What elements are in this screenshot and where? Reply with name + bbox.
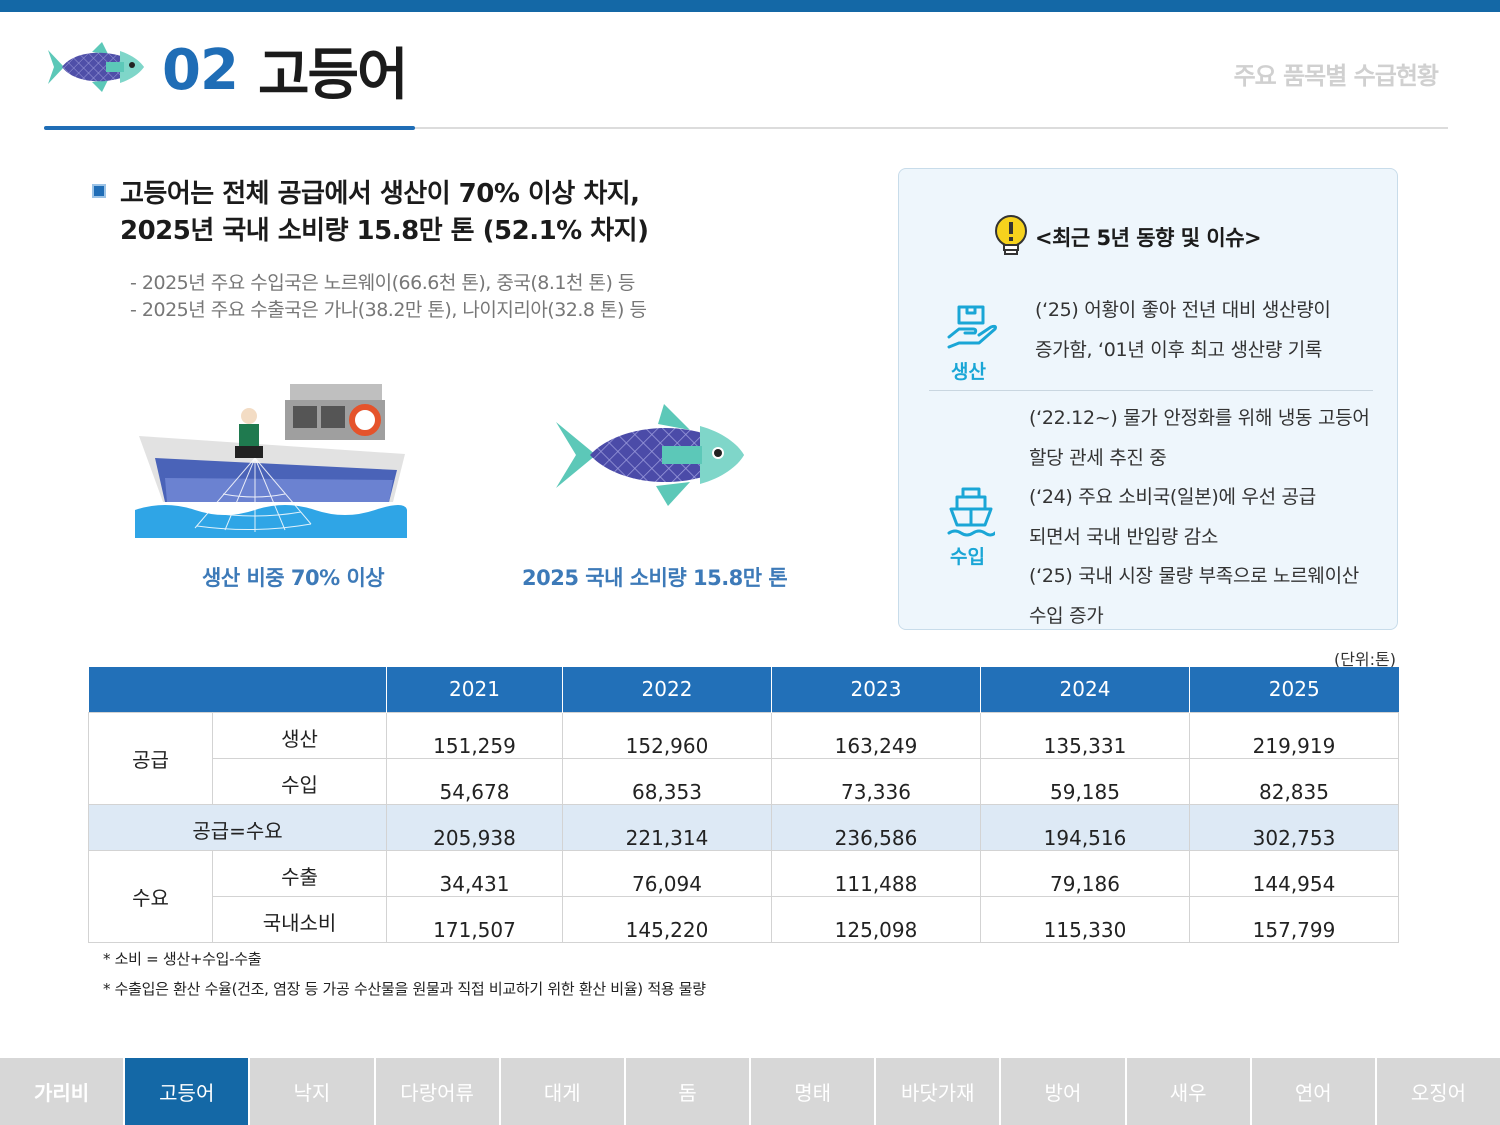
table-cell: 205,938: [386, 803, 563, 851]
table-row: 국내소비 171,507 145,220 125,098 115,330 157…: [89, 895, 1399, 943]
table-cell: 54,678: [386, 757, 563, 805]
year-header: 2021: [386, 667, 563, 712]
tab-salmon[interactable]: 연어: [1251, 1058, 1377, 1125]
import-issue-line: 되면서 국내 반입량 감소: [1029, 525, 1219, 548]
row-label: 수입: [212, 757, 387, 805]
table-header-row: 2021 2022 2023 2024 2025: [88, 667, 1399, 712]
section-number: 02: [162, 37, 239, 103]
table-cell: 171,507: [386, 895, 563, 943]
import-label: 수입: [950, 546, 985, 568]
import-issue-text: (‘22.12~) 물가 안정화를 위해 냉동 고등어 할당 관세 추진 중 (…: [1029, 399, 1370, 636]
issues-title-row: <최근 5년 동향 및 이슈>: [993, 215, 1262, 259]
year-header: 2023: [771, 667, 981, 712]
production-issue-text: (‘25) 어황이 좋아 전년 대비 생산량이 증가함, ‘01년 이후 최고 …: [1035, 291, 1331, 370]
year-header: 2025: [1189, 667, 1399, 712]
footnote-conversion-yield: * 수출입은 환산 수율(건조, 염장 등 가공 수산물을 원물과 직접 비교하…: [103, 980, 706, 998]
square-bullet-icon: [92, 184, 106, 198]
table-row: 수입 54,678 68,353 73,336 59,185 82,835: [89, 757, 1399, 805]
note-export-countries: - 2025년 주요 수출국은 가나(38.2만 톤), 나이지리아(32.8 …: [130, 299, 647, 321]
row-label: 생산: [212, 711, 387, 759]
tab-snow-crab[interactable]: 대게: [500, 1058, 626, 1125]
tab-tuna[interactable]: 다랑어류: [375, 1058, 501, 1125]
import-issue-line: 할당 관세 추진 중: [1029, 446, 1167, 469]
headline-line-2: 2025년 국내 소비량 15.8만 톤 (52.1% 차지): [120, 216, 649, 246]
ship-icon: [947, 487, 995, 537]
table-cell: 145,220: [562, 895, 772, 943]
table-row: 공급 생산 151,259 152,960 163,249 135,331 21…: [88, 711, 1399, 805]
page-header: 02 고등어: [44, 30, 409, 110]
table-cell: 152,960: [562, 711, 772, 759]
species-tab-bar: 가리비 고등어 낙지 다랑어류 대게 돔 명태 바닷가재 방어 새우 연어 오징…: [0, 1058, 1500, 1125]
table-cell: 163,249: [771, 711, 981, 759]
table-cell: 194,516: [980, 803, 1190, 851]
row-label: 국내소비: [212, 895, 387, 943]
headline: 고등어는 전체 공급에서 생산이 70% 이상 차지, 2025년 국내 소비량…: [120, 176, 649, 250]
tab-octopus[interactable]: 낙지: [250, 1058, 376, 1125]
tab-squid[interactable]: 오징어: [1376, 1058, 1500, 1125]
caption-domestic-consumption: 2025 국내 소비량 15.8만 톤: [522, 566, 788, 590]
issues-title: <최근 5년 동향 및 이슈>: [1035, 226, 1262, 250]
import-issue-line: 수입 증가: [1029, 604, 1104, 627]
table-cell: 34,431: [386, 849, 563, 897]
fishing-boat-illustration: [135, 384, 407, 538]
row-label: 수출: [212, 849, 387, 897]
table-header-corner: [88, 667, 387, 712]
import-issue-line: (‘22.12~) 물가 안정화를 위해 냉동 고등어: [1029, 407, 1370, 429]
supply-group-label: 공급: [88, 711, 213, 805]
lightbulb-icon: [995, 215, 1027, 255]
page-title: 고등어: [257, 42, 409, 108]
table-cell: 125,098: [771, 895, 981, 943]
issues-divider: [929, 390, 1373, 391]
table-cell: 144,954: [1189, 849, 1399, 897]
mackerel-icon: [48, 42, 144, 92]
sub-notes: - 2025년 주요 수입국은 노르웨이(66.6천 톤), 중국(8.1천 톤…: [130, 270, 647, 324]
tab-shrimp[interactable]: 새우: [1126, 1058, 1252, 1125]
table-cell: 219,919: [1189, 711, 1399, 759]
demand-group-label: 수요: [88, 849, 213, 943]
production-label: 생산: [951, 361, 986, 383]
table-cell: 135,331: [980, 711, 1190, 759]
production-hand-icon: [947, 305, 997, 349]
table-cell: 236,586: [771, 803, 981, 851]
table-cell: 115,330: [980, 895, 1190, 943]
table-row: 수요 수출 34,431 76,094 111,488 79,186 144,9…: [88, 849, 1399, 943]
table-cell: 79,186: [980, 849, 1190, 897]
year-header: 2022: [562, 667, 772, 712]
header-divider-accent: [44, 126, 415, 130]
tab-yellowtail[interactable]: 방어: [1001, 1058, 1127, 1125]
import-issue-line: (‘25) 국내 시장 물량 부족으로 노르웨이산: [1029, 565, 1359, 587]
tab-mackerel[interactable]: 고등어: [125, 1058, 251, 1125]
table-cell: 302,753: [1189, 803, 1399, 851]
table-cell: 68,353: [562, 757, 772, 805]
table-cell: 221,314: [562, 803, 772, 851]
table-row-total: 공급=수요 205,938 221,314 236,586 194,516 30…: [88, 803, 1399, 851]
import-issue-line: (‘24) 주요 소비국(일본)에 우선 공급: [1029, 486, 1316, 508]
caption-production-share: 생산 비중 70% 이상: [202, 566, 385, 590]
tab-sea-bream[interactable]: 돔: [625, 1058, 752, 1125]
table-cell: 111,488: [771, 849, 981, 897]
footnote-consumption-formula: * 소비 = 생산+수입-수출: [103, 950, 262, 968]
supply-demand-table: 2021 2022 2023 2024 2025 공급 생산 151,259 1…: [88, 667, 1399, 943]
row-label: 공급=수요: [88, 803, 387, 851]
tab-lobster[interactable]: 바닷가재: [876, 1058, 1002, 1125]
note-import-countries: - 2025년 주요 수입국은 노르웨이(66.6천 톤), 중국(8.1천 톤…: [130, 272, 635, 294]
headline-line-1: 고등어는 전체 공급에서 생산이 70% 이상 차지,: [120, 179, 640, 209]
table-cell: 82,835: [1189, 757, 1399, 805]
table-cell: 76,094: [562, 849, 772, 897]
issues-panel: <최근 5년 동향 및 이슈> 생산 (‘25) 어황이 좋아 전년 대비 생산…: [898, 168, 1398, 630]
year-header: 2024: [980, 667, 1190, 712]
production-issue-line: (‘25) 어황이 좋아 전년 대비 생산량이: [1035, 299, 1331, 321]
tab-pollock[interactable]: 명태: [751, 1058, 877, 1125]
table-cell: 59,185: [980, 757, 1190, 805]
mackerel-illustration: [556, 404, 744, 506]
table-cell: 151,259: [386, 711, 563, 759]
table-cell: 157,799: [1189, 895, 1399, 943]
table-cell: 73,336: [771, 757, 981, 805]
section-title: 주요 품목별 수급현황: [1233, 62, 1439, 90]
production-issue-line: 증가함, ‘01년 이후 최고 생산량 기록: [1035, 338, 1323, 361]
top-accent-bar: [0, 0, 1500, 12]
tab-scallop[interactable]: 가리비: [0, 1058, 126, 1125]
